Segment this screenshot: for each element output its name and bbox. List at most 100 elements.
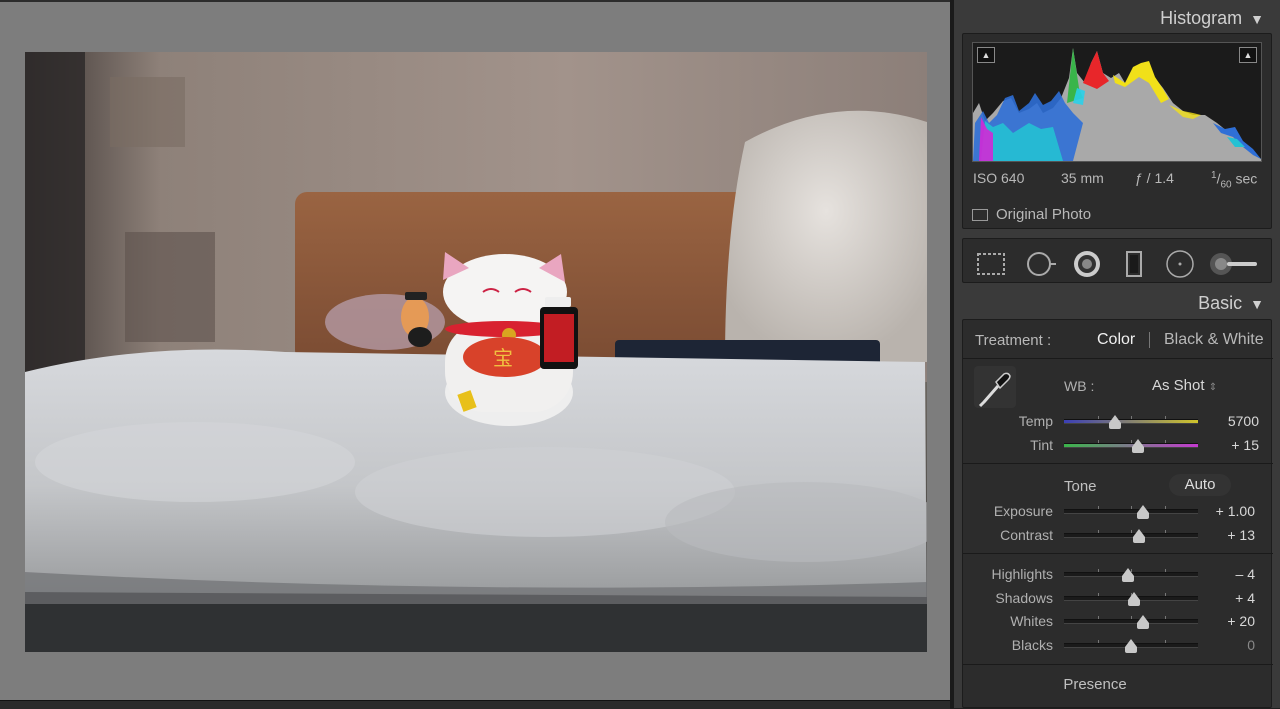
highlights-slider[interactable] <box>1064 565 1198 585</box>
tool-strip <box>962 238 1272 283</box>
image-canvas[interactable]: 宝 <box>0 0 950 700</box>
slider-tick <box>1131 616 1132 619</box>
slider-thumb[interactable] <box>1122 568 1135 582</box>
contrast-slider[interactable] <box>1064 526 1198 546</box>
temp-label: Temp <box>1018 413 1053 429</box>
exif-aperture: ƒ / 1.4 <box>1135 170 1174 186</box>
slider-tick <box>1097 506 1099 509</box>
slider-thumb[interactable] <box>1137 505 1150 519</box>
temp-value[interactable]: 5700 <box>1199 413 1259 429</box>
treatment-bw-option[interactable]: Black & White <box>1164 331 1264 349</box>
svg-text:宝: 宝 <box>493 346 513 370</box>
slider-thumb[interactable] <box>1108 415 1121 429</box>
basic-panel-header[interactable]: Basic ▼ <box>954 287 1280 319</box>
exposure-value[interactable]: + 1.00 <box>1193 503 1255 519</box>
whites-value[interactable]: + 20 <box>1193 613 1255 629</box>
graduated-filter-icon[interactable] <box>1118 249 1150 279</box>
basic-title: Basic <box>1198 293 1243 313</box>
slider-thumb[interactable] <box>1125 639 1137 653</box>
highlights-label: Highlights <box>991 566 1053 582</box>
exposure-label: Exposure <box>993 503 1053 519</box>
divider <box>963 358 1273 359</box>
contrast-value[interactable]: + 13 <box>1193 527 1255 543</box>
slider-thumb[interactable] <box>1131 439 1144 453</box>
histogram-graph[interactable]: ▲ ▲ <box>972 42 1262 162</box>
divider <box>963 553 1273 554</box>
tint-slider[interactable] <box>1064 436 1198 456</box>
checkbox-icon[interactable] <box>972 208 988 221</box>
collapse-triangle-icon[interactable]: ▼ <box>1250 11 1264 27</box>
divider <box>963 664 1273 665</box>
exif-iso: ISO 640 <box>973 170 1025 186</box>
divider <box>963 463 1273 464</box>
shadows-value[interactable]: + 4 <box>1193 590 1255 606</box>
histogram-chart <box>973 48 1261 161</box>
white-balance-selector[interactable] <box>974 366 1016 408</box>
slider-tick <box>1097 640 1099 643</box>
slider-tick <box>1131 416 1132 419</box>
blacks-slider[interactable] <box>1064 636 1198 656</box>
presence-section-header[interactable]: Presence <box>963 676 1227 693</box>
shutter-unit: sec <box>1235 170 1258 187</box>
exif-focal-length: 35 mm <box>1061 170 1104 186</box>
eyedropper-icon <box>978 372 1011 408</box>
blacks-label: Blacks <box>1011 637 1053 653</box>
radial-filter-icon[interactable] <box>1164 249 1196 279</box>
slider-thumb[interactable] <box>1137 615 1150 629</box>
slider-tick <box>1097 616 1099 619</box>
treatment-color-option[interactable]: Color <box>1097 331 1135 349</box>
slider-track[interactable] <box>1064 533 1198 538</box>
histogram-panel-header[interactable]: Histogram ▼ <box>954 2 1280 34</box>
histogram-box: ▲ ▲ ISO 640 35 mm ƒ / 1.4 1/60 sec Origi… <box>962 33 1272 229</box>
slider-tick <box>1131 506 1132 509</box>
wb-value: As Shot <box>1152 377 1205 394</box>
highlight-clipping-indicator[interactable]: ▲ <box>1239 47 1257 63</box>
slider-tick <box>1164 506 1166 509</box>
slider-thumb[interactable] <box>1127 592 1140 606</box>
shadow-clipping-indicator[interactable]: ▲ <box>977 47 995 63</box>
blacks-value[interactable]: 0 <box>1193 637 1255 653</box>
slider-thumb[interactable] <box>1133 529 1146 543</box>
adjustment-brush-icon[interactable] <box>1209 249 1259 279</box>
shutter-denominator: 60 <box>1220 179 1232 191</box>
shadows-slider[interactable] <box>1064 589 1198 609</box>
shadows-label: Shadows <box>995 590 1053 606</box>
treatment-label: Treatment : <box>975 332 1052 349</box>
wb-label: WB : <box>1064 378 1095 394</box>
tint-value[interactable]: + 15 <box>1199 437 1259 453</box>
develop-right-panel: Histogram▼ ▲ ▲ ISO 640 35 mm ƒ / 1.4 1/ <box>950 0 1280 708</box>
slider-track[interactable] <box>1064 509 1198 514</box>
photo-preview[interactable]: 宝 <box>25 52 927 652</box>
slider-track[interactable] <box>1064 419 1198 424</box>
highlights-value[interactable]: – 4 <box>1193 566 1255 582</box>
crop-overlay-icon[interactable] <box>975 249 1007 279</box>
slider-tick <box>1164 530 1166 533</box>
slider-tick <box>1164 640 1166 643</box>
slider-tick <box>1097 530 1099 533</box>
histogram-title: Histogram <box>1160 8 1243 28</box>
wb-dropdown[interactable]: As Shot ⇕ <box>1152 377 1217 394</box>
red-eye-icon[interactable] <box>1071 249 1103 279</box>
exposure-slider[interactable] <box>1064 502 1198 522</box>
slider-track[interactable] <box>1064 619 1198 624</box>
spot-removal-icon[interactable] <box>1025 249 1057 279</box>
slider-tick <box>1097 416 1099 419</box>
exif-shutter-speed: 1/60 sec <box>1211 170 1258 191</box>
collapse-triangle-icon[interactable]: ▼ <box>1250 296 1264 312</box>
slider-tick <box>1131 530 1132 533</box>
slider-tick <box>1164 416 1166 419</box>
original-photo-label: Original Photo <box>996 206 1092 223</box>
shutter-numerator: 1 <box>1211 170 1217 181</box>
original-photo-toggle[interactable]: Original Photo <box>972 206 1091 223</box>
photo-image: 宝 <box>25 52 927 652</box>
slider-tick <box>1164 593 1166 596</box>
temp-slider[interactable] <box>1064 412 1198 432</box>
auto-tone-button[interactable]: Auto <box>1169 474 1231 496</box>
basic-panel: Treatment : Color Black & White WB : As … <box>962 319 1273 708</box>
slider-tick <box>1097 569 1099 572</box>
whites-slider[interactable] <box>1064 612 1198 632</box>
dropdown-arrows-icon: ⇕ <box>1208 382 1218 393</box>
slider-tick <box>1097 593 1099 596</box>
slider-tick <box>1164 440 1166 443</box>
slider-tick <box>1164 569 1166 572</box>
